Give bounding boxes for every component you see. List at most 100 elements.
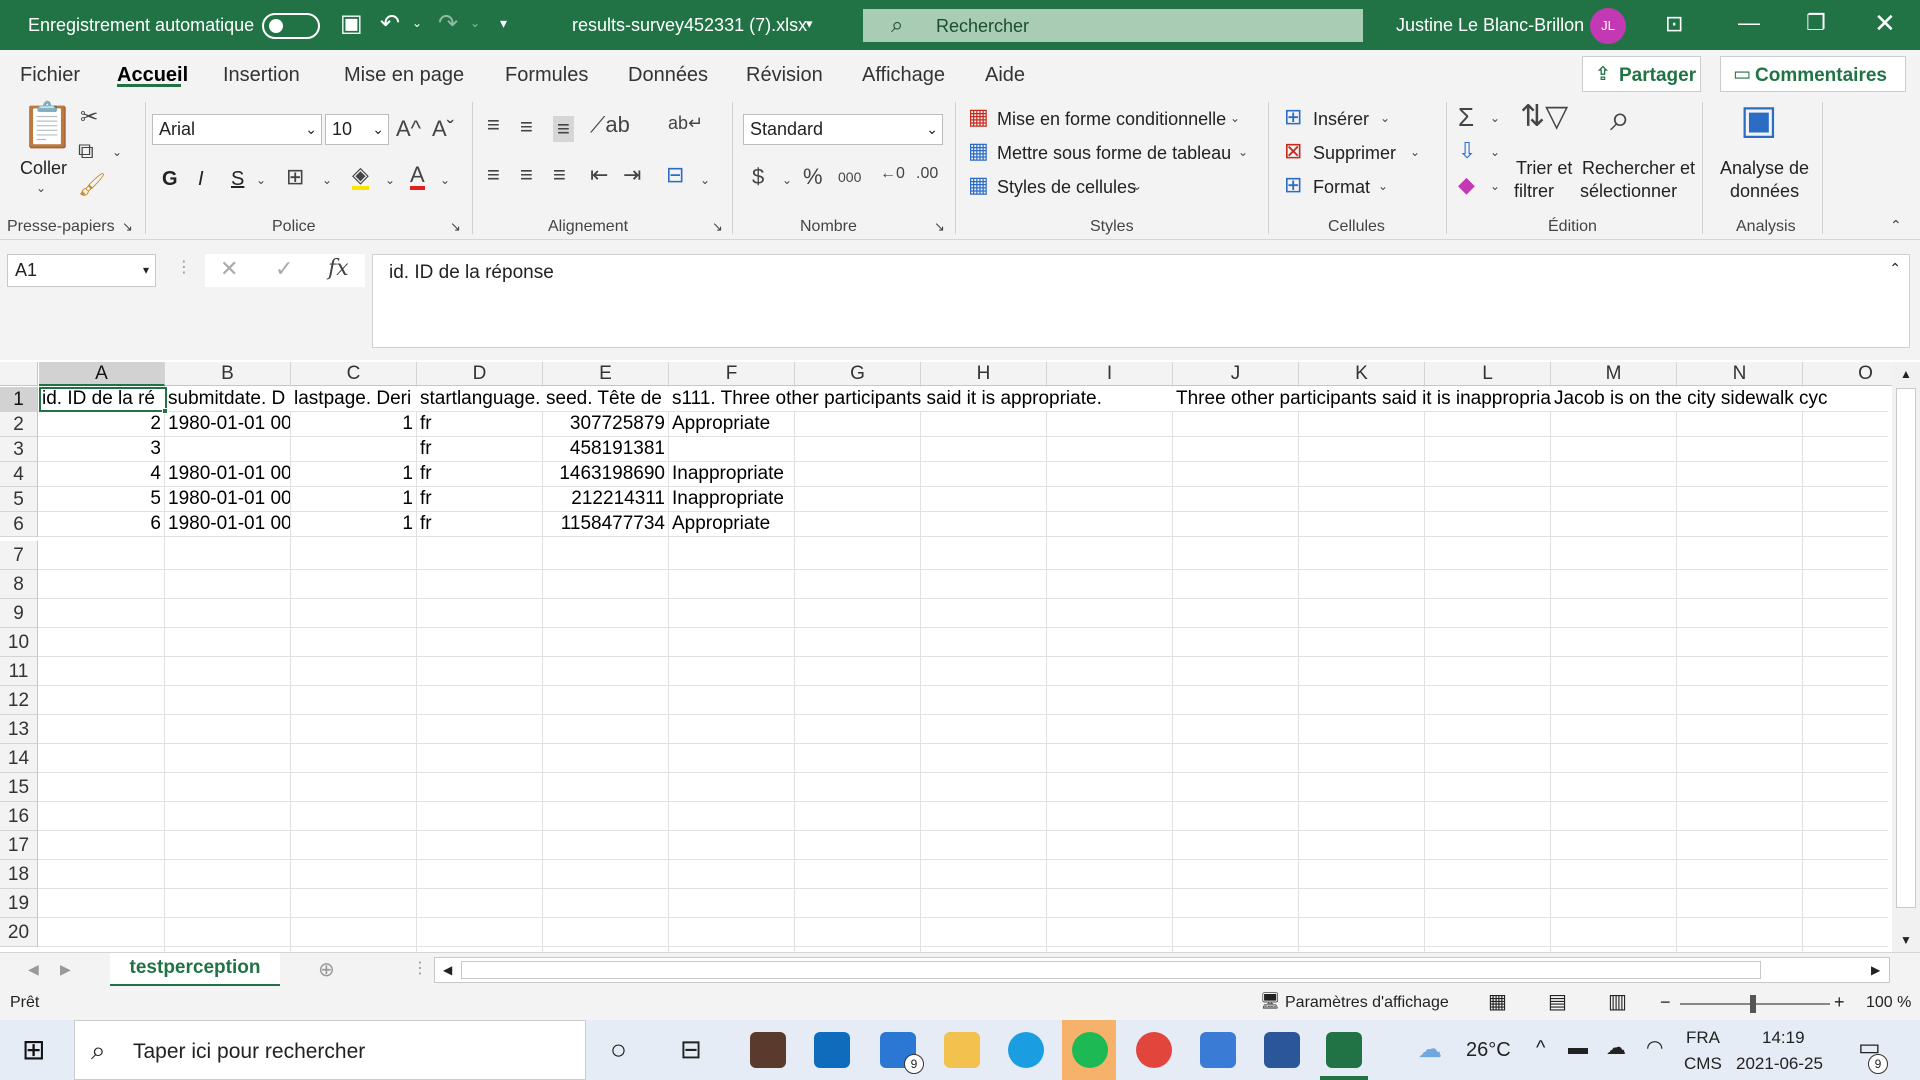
cell-m1[interactable]: Jacob is on the city sidewalk cyc [1551, 387, 1890, 411]
save-icon[interactable]: ▣ [340, 12, 363, 36]
tab-donnees[interactable]: Données [628, 64, 708, 87]
cell-f1[interactable]: s111. Three other participants said it i… [669, 387, 1173, 411]
clock-time[interactable]: 14:19 [1762, 1029, 1805, 1046]
cell-d6[interactable]: fr [417, 512, 542, 536]
user-name[interactable]: Justine Le Blanc-Brillon [1396, 16, 1584, 34]
bold-button[interactable]: G [162, 168, 178, 191]
increase-font-icon[interactable]: A^ [396, 118, 421, 140]
cancel-icon[interactable]: ✕ [220, 258, 238, 280]
cell-c1[interactable]: lastpage. Deri [291, 387, 417, 411]
tab-formules[interactable]: Formules [505, 64, 588, 87]
close-icon[interactable]: ✕ [1874, 10, 1896, 36]
title-dropdown-icon[interactable]: ▾ [806, 17, 813, 30]
weather-icon[interactable]: ☁ [1418, 1038, 1442, 1062]
borders-icon[interactable]: ⊞ [286, 166, 304, 188]
sort-filter-label-1[interactable]: Trier et [1516, 158, 1572, 179]
normal-view-icon[interactable]: ▦ [1488, 992, 1507, 1012]
cell-c2[interactable]: 1 [291, 412, 416, 436]
analyze-data-label-2[interactable]: données [1730, 181, 1799, 202]
column-header-k[interactable]: K [1299, 362, 1425, 386]
lang-code[interactable]: FRA [1686, 1029, 1720, 1046]
tray-expand-icon[interactable]: ^ [1536, 1038, 1545, 1058]
scroll-down-icon[interactable]: ▼ [1900, 934, 1912, 946]
page-break-icon[interactable]: ▥ [1608, 992, 1627, 1012]
temperature[interactable]: 26°C [1466, 1040, 1511, 1060]
decrease-font-icon[interactable]: Aˇ [432, 118, 454, 140]
cell-a3[interactable]: 3 [39, 437, 164, 461]
find-select-label-2[interactable]: sélectionner [1580, 181, 1677, 202]
fill-color-icon[interactable]: ◈ [352, 164, 369, 190]
cell-f2[interactable]: Appropriate [669, 412, 820, 436]
column-header-g[interactable]: G [795, 362, 921, 386]
zoom-in-icon[interactable]: + [1834, 993, 1845, 1011]
next-sheet-icon[interactable]: ▶ [60, 962, 71, 976]
row-header-12[interactable]: 12 [0, 686, 38, 715]
find-select-label-1[interactable]: Rechercher et [1582, 158, 1695, 179]
conditional-dropdown-icon[interactable]: ⌄ [1230, 112, 1240, 124]
row-header-20[interactable]: 20 [0, 918, 38, 947]
paste-dropdown-icon[interactable]: ⌄ [36, 182, 46, 194]
align-middle-icon[interactable]: ≡ [520, 116, 533, 138]
scroll-right-icon[interactable]: ▶ [1871, 964, 1880, 976]
merge-center-icon[interactable]: ⊟ [666, 164, 684, 186]
format-dropdown-icon[interactable]: ⌄ [1378, 180, 1388, 192]
cell-e3[interactable]: 458191381 [543, 437, 668, 461]
format-button[interactable]: Format [1313, 177, 1370, 198]
share-button[interactable]: ⇪ Partager [1582, 56, 1701, 92]
insert-function-icon[interactable]: fx [328, 258, 349, 280]
autosave-toggle[interactable] [262, 13, 320, 39]
analyze-data-label-1[interactable]: Analyse de [1720, 158, 1809, 179]
row-header-17[interactable]: 17 [0, 831, 38, 860]
align-bottom-icon[interactable]: ≡ [553, 116, 574, 142]
page-layout-icon[interactable]: ▤ [1548, 992, 1567, 1012]
file-explorer-icon[interactable] [944, 1032, 980, 1068]
cell-d1[interactable]: startlanguage. [417, 387, 543, 411]
row-header-13[interactable]: 13 [0, 715, 38, 744]
cell-e1[interactable]: seed. Tête de [543, 387, 669, 411]
font-launcher-icon[interactable]: ↘ [450, 220, 461, 233]
cell-c5[interactable]: 1 [291, 487, 416, 511]
column-header-c[interactable]: C [291, 362, 417, 386]
number-format-dropdown[interactable]: Standard ⌄ [743, 114, 943, 145]
number-launcher-icon[interactable]: ↘ [934, 220, 945, 233]
row-header-9[interactable]: 9 [0, 599, 38, 628]
analyze-data-icon[interactable]: ▣ [1740, 100, 1778, 140]
zoom-out-icon[interactable]: − [1660, 993, 1671, 1011]
collapse-ribbon-icon[interactable]: ⌃ [1890, 218, 1902, 232]
font-name-dropdown[interactable]: Arial ⌄ [152, 114, 322, 145]
sheet-tab-testperception[interactable]: testperception [110, 953, 280, 987]
cell-b1[interactable]: submitdate. D [165, 387, 291, 411]
row-header-1[interactable]: 1 [0, 387, 38, 412]
add-sheet-icon[interactable]: ⊕ [318, 960, 335, 980]
format-table-dropdown-icon[interactable]: ⌄ [1238, 146, 1248, 158]
align-center-icon[interactable]: ≡ [520, 164, 533, 186]
row-header-14[interactable]: 14 [0, 744, 38, 773]
name-box[interactable]: A1 ▾ [7, 254, 156, 287]
undo-dropdown-icon[interactable]: ⌄ [412, 17, 422, 29]
excel-icon[interactable] [1326, 1032, 1362, 1068]
wifi-icon[interactable]: ◠ [1646, 1038, 1663, 1058]
decrease-indent-icon[interactable]: ⇤ [590, 164, 608, 186]
display-settings-icon[interactable]: 🖥 [1260, 994, 1280, 1010]
format-painter-icon[interactable]: 🖌 [78, 174, 106, 196]
sort-filter-icon[interactable]: ⇅▽ [1520, 102, 1568, 132]
photos-icon[interactable] [1200, 1032, 1236, 1068]
copy-icon[interactable]: ⧉ [78, 140, 94, 162]
spotify-icon[interactable] [1072, 1032, 1108, 1068]
find-select-icon[interactable]: ⌕ [1610, 100, 1630, 136]
thousands-icon[interactable]: 000 [838, 170, 861, 184]
row-header-7[interactable]: 7 [0, 541, 38, 570]
column-header-e[interactable]: E [543, 362, 669, 386]
prev-sheet-icon[interactable]: ◀ [28, 962, 39, 976]
cell-c6[interactable]: 1 [291, 512, 416, 536]
column-header-a[interactable]: A [39, 362, 165, 386]
word-icon[interactable] [1264, 1032, 1300, 1068]
chrome-icon[interactable] [1136, 1032, 1172, 1068]
onedrive-icon[interactable]: ☁ [1606, 1038, 1626, 1058]
cell-b5[interactable]: 1980-01-01 00 [165, 487, 290, 511]
align-top-icon[interactable]: ≡ [487, 114, 500, 136]
customize-qat-icon[interactable]: ▾ [500, 16, 507, 30]
fill-icon[interactable]: ⇩ [1458, 140, 1476, 162]
formula-input[interactable]: id. ID de la réponse ⌃ [372, 254, 1910, 348]
cell-d2[interactable]: fr [417, 412, 542, 436]
